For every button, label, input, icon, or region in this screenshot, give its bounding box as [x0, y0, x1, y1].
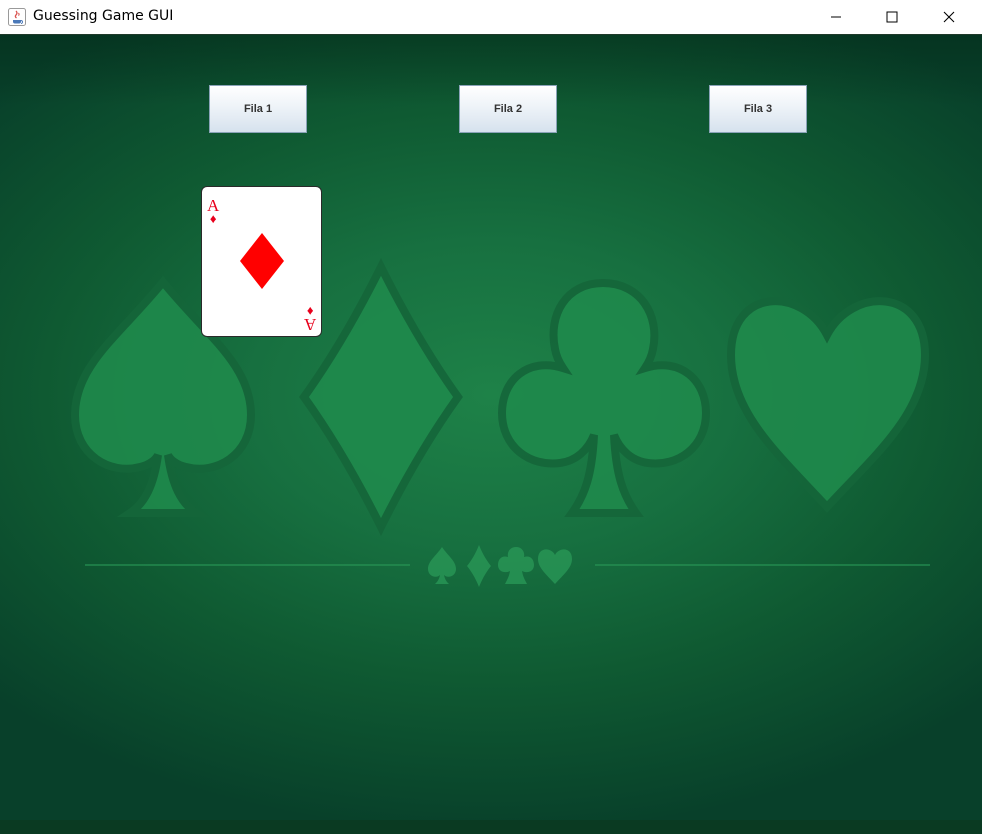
maximize-button[interactable] [869, 0, 915, 34]
small-club-icon [498, 547, 534, 584]
close-button[interactable] [926, 0, 972, 34]
card-corner-top-left: A ♦ [207, 197, 219, 225]
diamond-art-icon [299, 258, 463, 536]
small-spade-icon [428, 547, 456, 584]
game-table: Fila 1 Fila 2 Fila 3 A ♦ A ♦ [0, 35, 982, 834]
playing-card-ace-of-diamonds[interactable]: A ♦ A ♦ [201, 186, 322, 337]
title-bar[interactable]: Guessing Game GUI [0, 0, 982, 35]
java-icon [8, 8, 26, 26]
minimize-icon [830, 11, 842, 23]
club-art-icon [497, 278, 711, 517]
small-diamond-icon [467, 545, 491, 587]
maximize-icon [886, 11, 898, 23]
card-corner-bottom-right: A ♦ [304, 304, 316, 334]
window-title: Guessing Game GUI [33, 8, 174, 24]
app-window: Guessing Game GUI Fila 1 Fila 2 Fila 3 A… [0, 0, 982, 834]
table-bottom-edge [0, 820, 982, 834]
row-2-button[interactable]: Fila 2 [459, 85, 557, 133]
close-icon [943, 11, 955, 23]
diamond-center-icon [240, 233, 284, 289]
suit-background-art [70, 258, 930, 587]
row-1-button[interactable]: Fila 1 [209, 85, 307, 133]
small-heart-icon [538, 549, 572, 584]
minimize-button[interactable] [813, 0, 859, 34]
heart-art-icon [726, 297, 930, 513]
row-3-button[interactable]: Fila 3 [709, 85, 807, 133]
